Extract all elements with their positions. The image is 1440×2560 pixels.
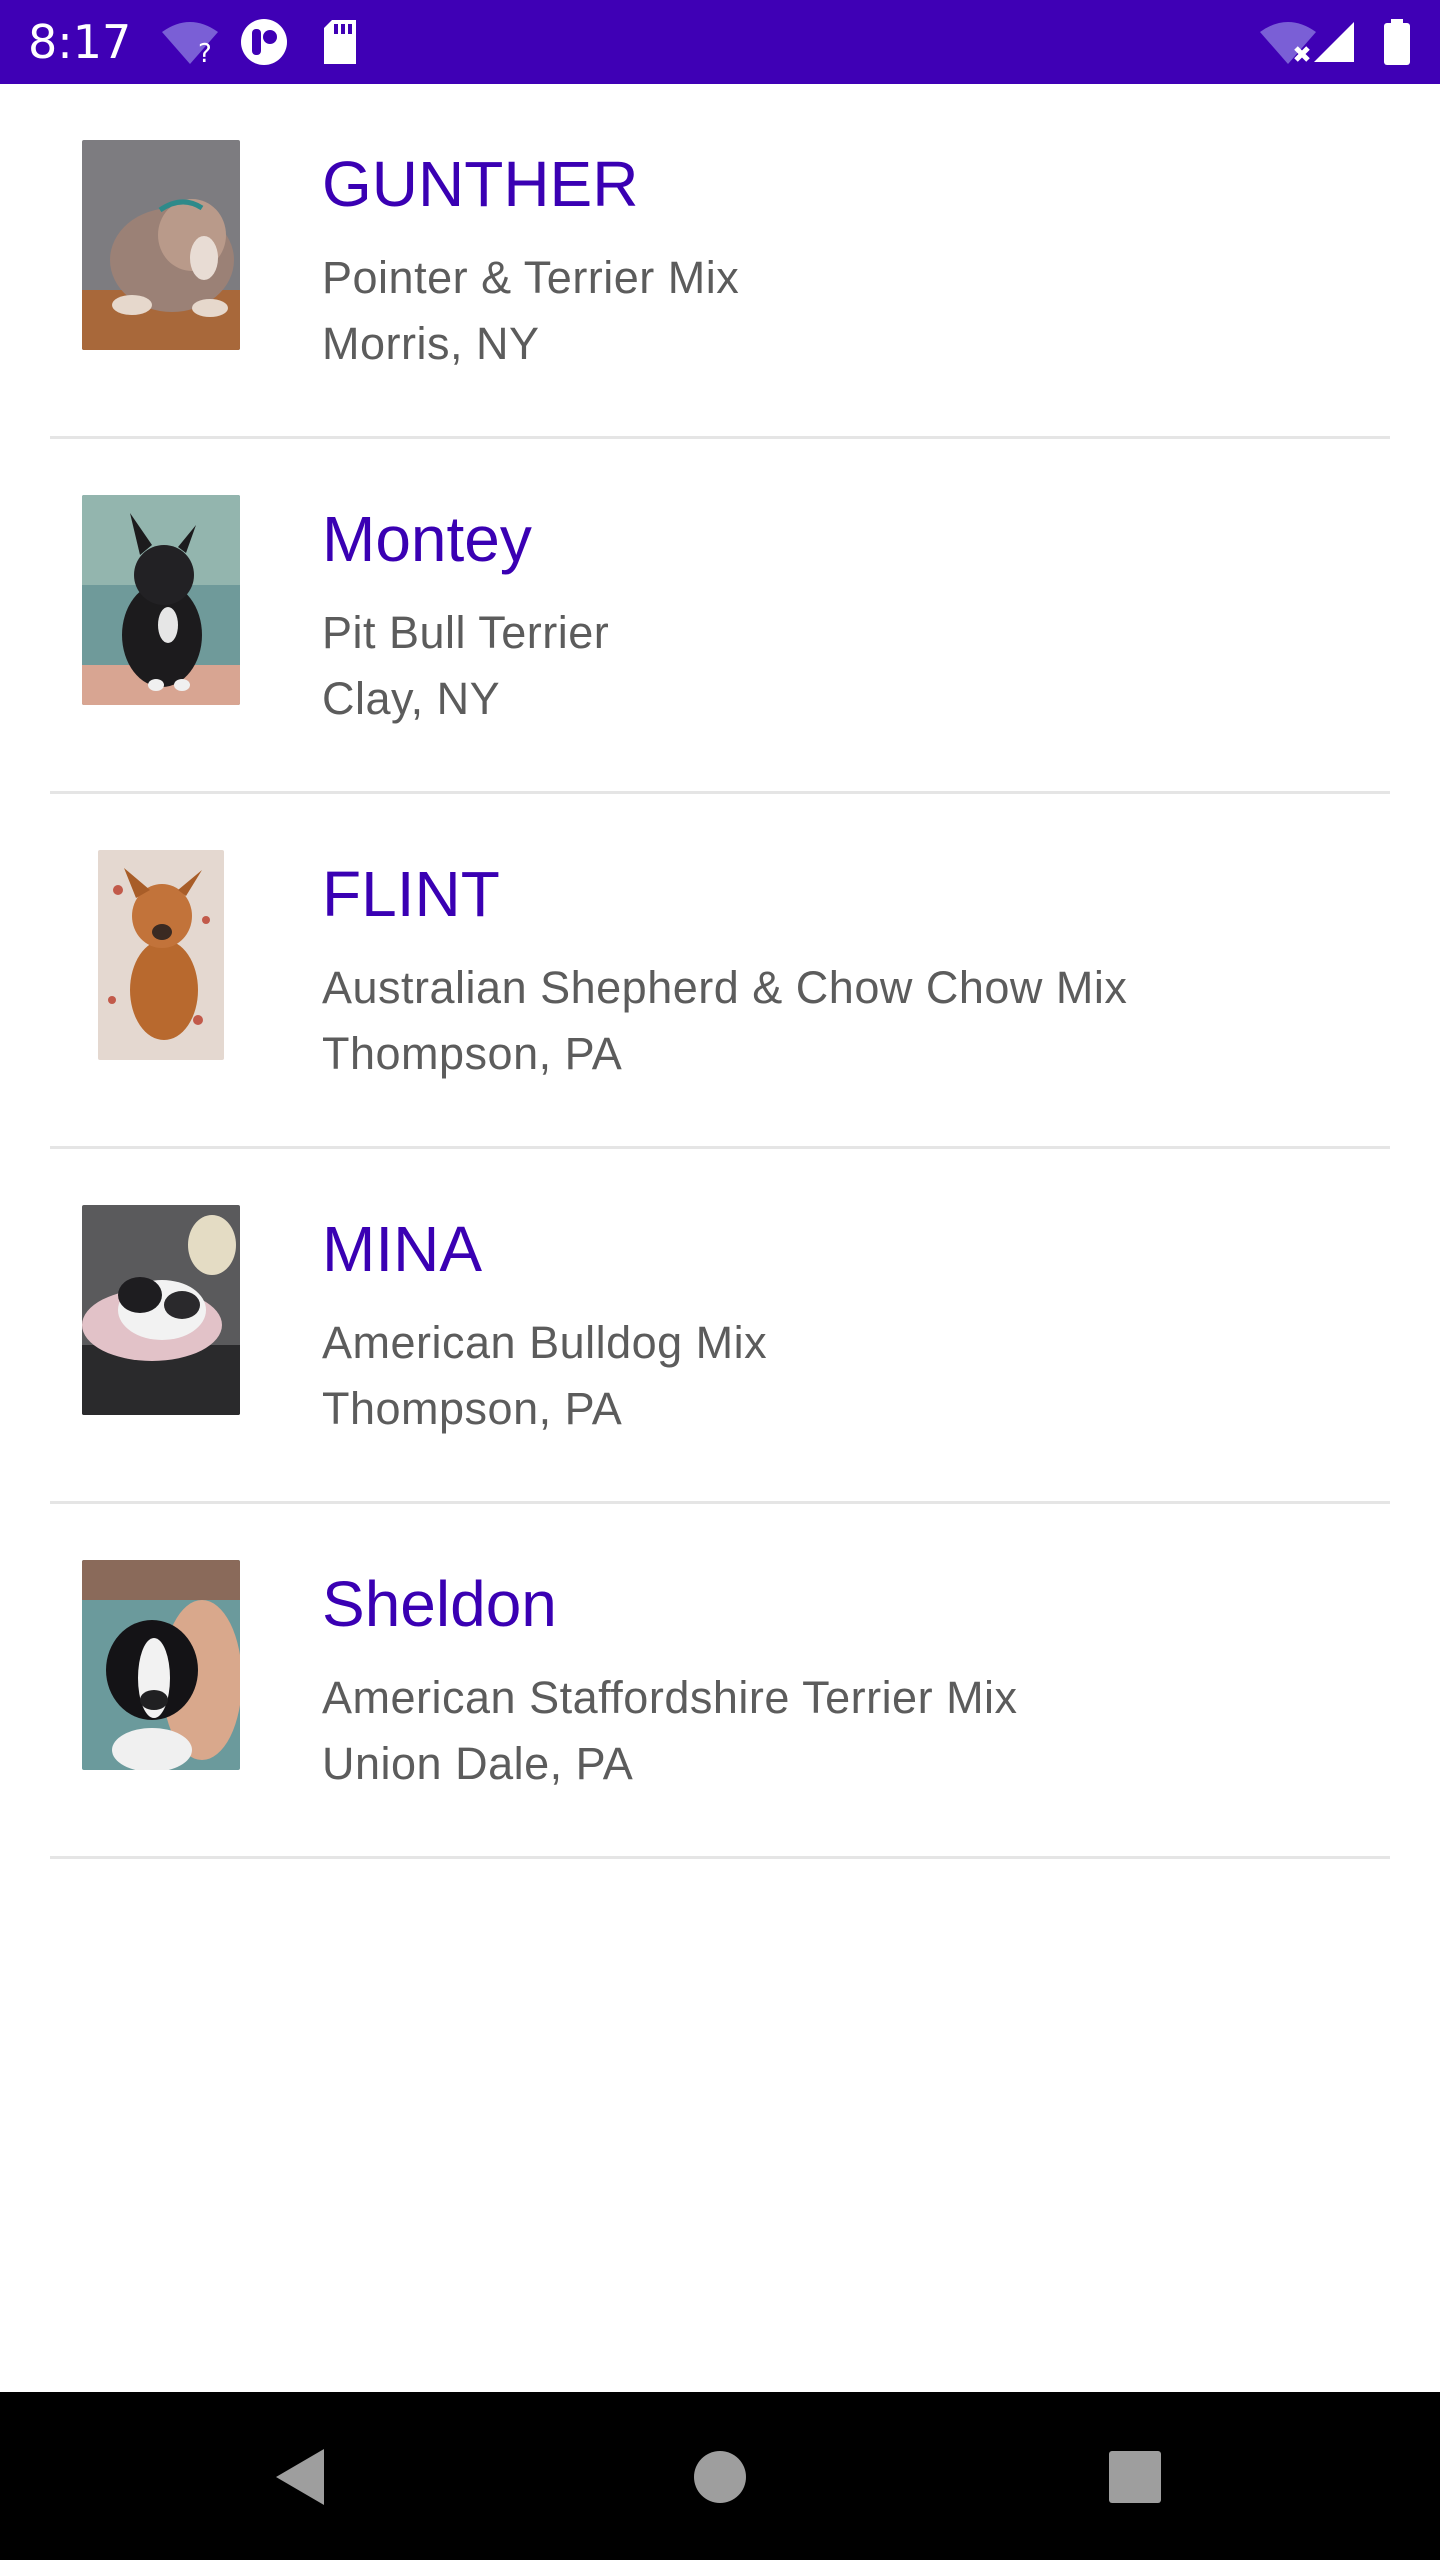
status-time: 8:17 xyxy=(28,15,132,69)
list-item[interactable]: Sheldon American Staffordshire Terrier M… xyxy=(0,1504,1440,1859)
pet-photo xyxy=(82,1560,240,1770)
pet-photo xyxy=(82,140,240,350)
pet-location: Morris, NY xyxy=(322,318,540,369)
list-item[interactable]: MINA American Bulldog Mix Thompson, PA xyxy=(0,1149,1440,1504)
pet-location: Union Dale, PA xyxy=(322,1738,634,1789)
home-button[interactable] xyxy=(675,2432,765,2522)
wifi-unknown-icon: ? xyxy=(162,22,218,66)
list-item[interactable]: GUNTHER Pointer & Terrier Mix Morris, NY xyxy=(0,84,1440,439)
list-item[interactable]: FLINT Australian Shepherd & Chow Chow Mi… xyxy=(0,794,1440,1149)
list-item[interactable]: Montey Pit Bull Terrier Clay, NY xyxy=(0,439,1440,794)
pet-location: Thompson, PA xyxy=(322,1383,623,1434)
pet-breed: Pit Bull Terrier xyxy=(322,607,610,658)
sd-card-icon xyxy=(324,20,356,64)
status-bar: 8:17 ? xyxy=(0,0,1440,84)
pet-name: Sheldon xyxy=(322,1568,557,1640)
pet-location: Thompson, PA xyxy=(322,1028,623,1079)
svg-text:?: ? xyxy=(198,39,212,66)
recents-icon xyxy=(1109,2451,1161,2503)
cell-signal-icon xyxy=(1314,22,1354,62)
pet-name: Montey xyxy=(322,503,532,575)
wifi-disconnected-icon xyxy=(1260,22,1316,64)
divider xyxy=(50,1856,1390,1859)
pet-breed: Australian Shepherd & Chow Chow Mix xyxy=(322,962,1128,1013)
back-button[interactable] xyxy=(255,2432,345,2522)
navigation-bar xyxy=(0,2392,1440,2560)
pet-name: GUNTHER xyxy=(322,148,639,220)
pet-breed: American Bulldog Mix xyxy=(322,1317,768,1368)
home-icon xyxy=(694,2451,746,2503)
pet-breed: Pointer & Terrier Mix xyxy=(322,252,740,303)
pet-name: MINA xyxy=(322,1213,482,1285)
app-notification-icon xyxy=(241,19,287,65)
pet-photo xyxy=(98,850,224,1060)
pet-photo xyxy=(82,495,240,705)
pet-photo xyxy=(82,1205,240,1415)
recents-button[interactable] xyxy=(1090,2432,1180,2522)
pet-breed: American Staffordshire Terrier Mix xyxy=(322,1672,1018,1723)
pet-location: Clay, NY xyxy=(322,673,501,724)
pet-name: FLINT xyxy=(322,858,500,930)
back-icon xyxy=(276,2449,324,2505)
pet-list: GUNTHER Pointer & Terrier Mix Morris, NY… xyxy=(0,84,1440,1859)
battery-icon xyxy=(1384,19,1410,65)
